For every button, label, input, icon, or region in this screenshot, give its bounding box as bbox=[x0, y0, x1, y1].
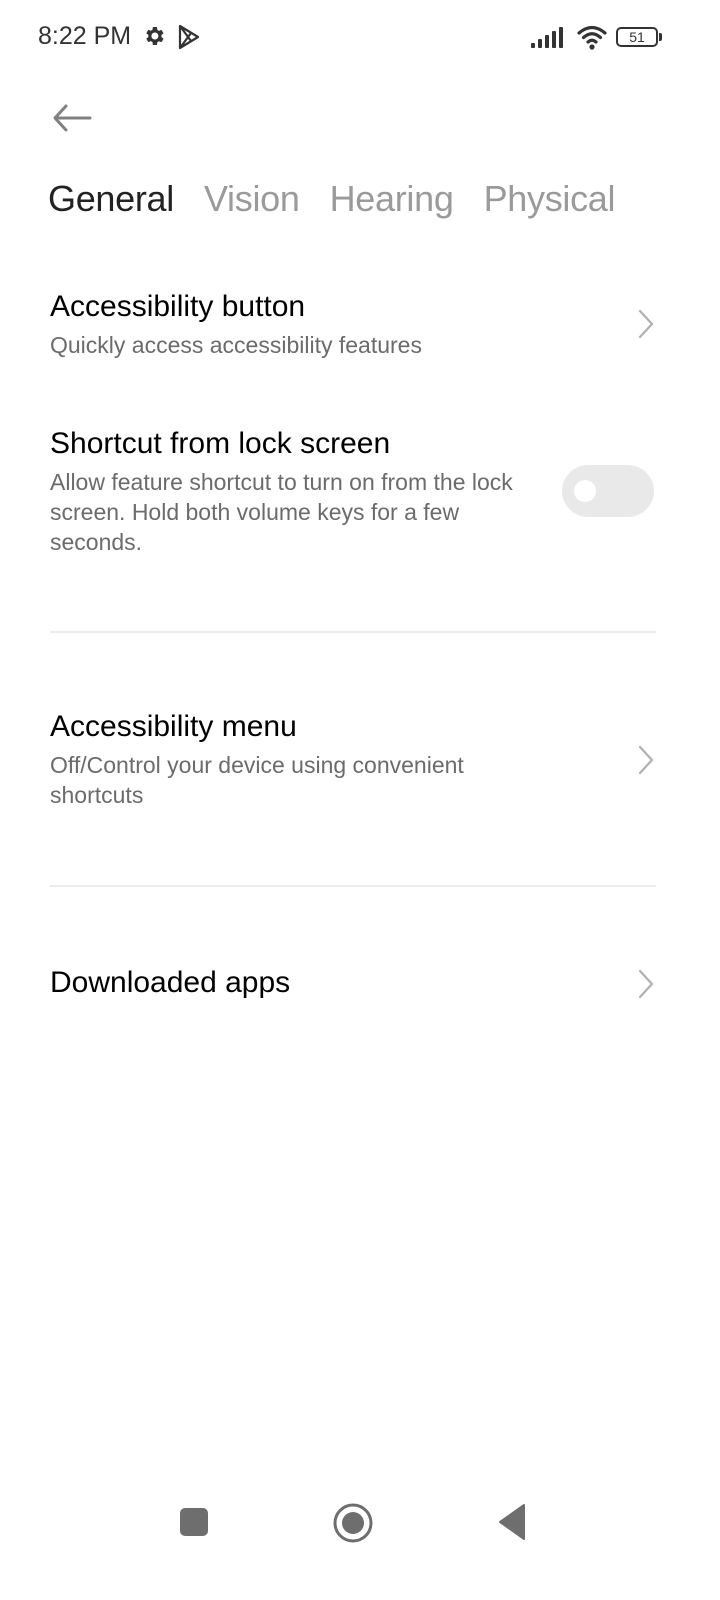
signal-icon bbox=[531, 27, 563, 48]
item-subtitle: Allow feature shortcut to turn on from t… bbox=[50, 469, 513, 555]
status-bar: 8:22 PM 51 bbox=[0, 0, 720, 76]
chevron-right-icon bbox=[638, 969, 654, 999]
accessibility-button-item[interactable]: Accessibility button Quickly access acce… bbox=[50, 290, 660, 370]
tab-hearing[interactable]: Hearing bbox=[330, 178, 454, 220]
divider bbox=[50, 631, 656, 633]
tab-physical[interactable]: Physical bbox=[484, 178, 616, 220]
shortcut-lock-screen-item: Shortcut from lock screen Allow feature … bbox=[50, 427, 660, 567]
divider bbox=[50, 885, 656, 887]
tab-general[interactable]: General bbox=[48, 178, 174, 220]
category-tabs: General Vision Hearing Physical bbox=[48, 178, 616, 220]
navigation-bar bbox=[0, 1496, 720, 1552]
accessibility-menu-item[interactable]: Accessibility menu Off/Control your devi… bbox=[50, 710, 660, 820]
shortcut-lock-screen-toggle[interactable] bbox=[562, 465, 654, 517]
chevron-right-icon bbox=[638, 309, 654, 339]
play-store-icon bbox=[178, 24, 200, 50]
battery-level: 51 bbox=[629, 29, 645, 45]
item-subtitle: Quickly access accessibility features bbox=[50, 332, 422, 358]
item-title: Shortcut from lock screen bbox=[50, 427, 391, 460]
home-circle-icon[interactable] bbox=[332, 1502, 374, 1544]
item-subtitle: Off/Control your device using convenient… bbox=[50, 752, 464, 808]
item-title: Accessibility button bbox=[50, 290, 306, 323]
chevron-right-icon bbox=[638, 745, 654, 775]
tab-vision[interactable]: Vision bbox=[204, 178, 300, 220]
settings-gear-icon bbox=[146, 27, 164, 45]
back-triangle-icon[interactable] bbox=[496, 1502, 528, 1542]
status-time: 8:22 PM bbox=[38, 22, 132, 50]
item-title: Downloaded apps bbox=[50, 966, 291, 999]
recents-square-icon[interactable] bbox=[178, 1506, 210, 1538]
downloaded-apps-item[interactable]: Downloaded apps bbox=[50, 966, 660, 1010]
back-arrow-icon[interactable] bbox=[50, 100, 94, 136]
battery-icon: 51 bbox=[616, 27, 662, 47]
item-title: Accessibility menu bbox=[50, 710, 297, 743]
toggle-knob bbox=[574, 480, 596, 502]
wifi-icon bbox=[577, 25, 607, 50]
